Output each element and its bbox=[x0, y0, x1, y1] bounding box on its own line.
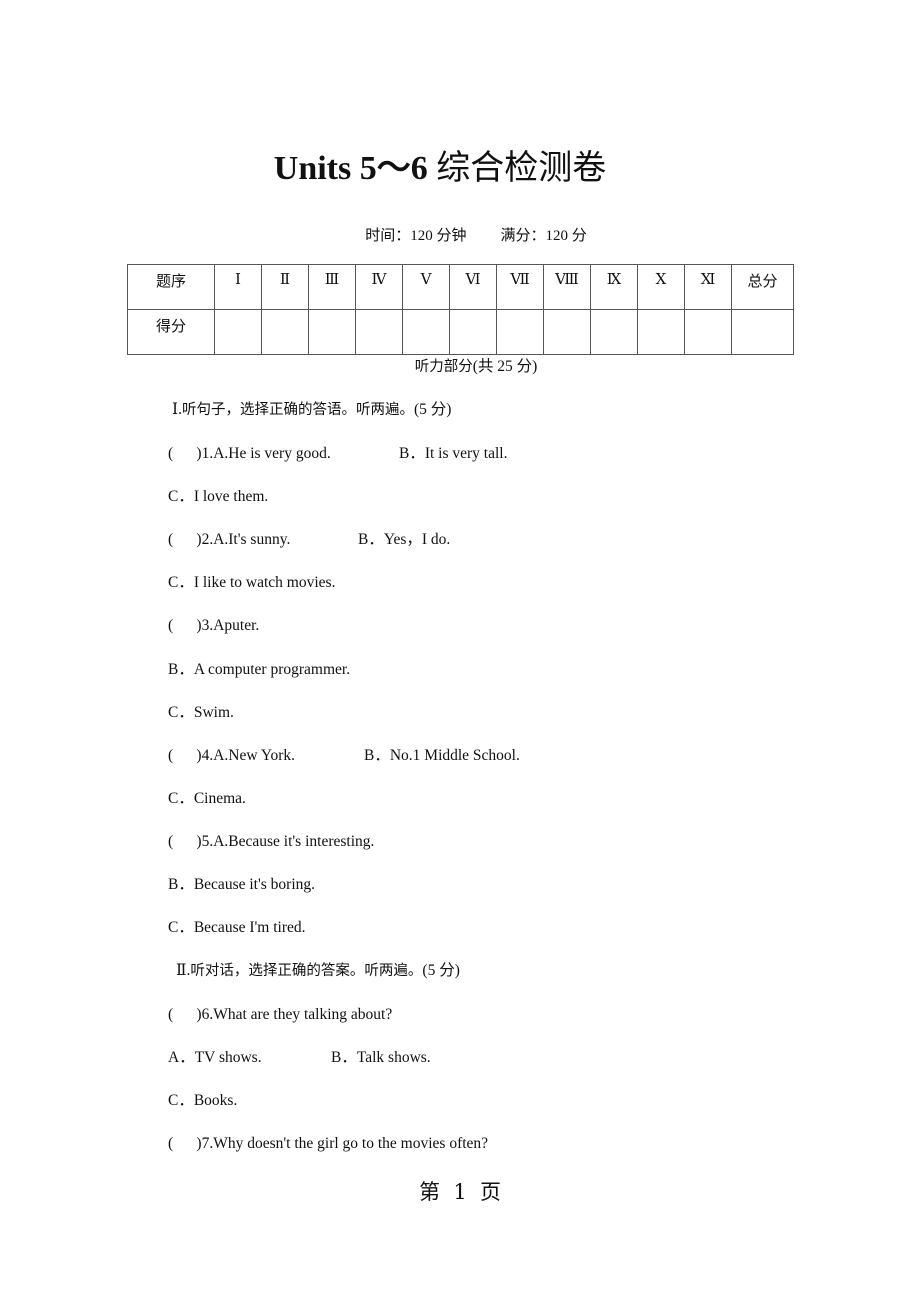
score-cell[interactable] bbox=[308, 309, 356, 355]
question-5-option-b: B．Because it's boring. bbox=[168, 876, 316, 893]
score-cell[interactable] bbox=[355, 309, 403, 355]
question-5: ( )5.A.Because it's interesting. bbox=[168, 833, 375, 850]
question-2-option-b: B．Yes，I do. bbox=[358, 531, 451, 548]
exam-meta: 时间：120 分钟 满分：120 分 bbox=[0, 225, 920, 247]
col-header: Ⅳ bbox=[355, 264, 403, 310]
header-total: 总分 bbox=[731, 264, 794, 310]
question-2-option-c: C．I like to watch movies. bbox=[168, 574, 336, 591]
question-1-option-b: B．It is very tall. bbox=[399, 445, 508, 462]
score-cell-total[interactable] bbox=[731, 309, 794, 355]
col-header: Ⅱ bbox=[261, 264, 309, 310]
part1-heading: Ⅰ.听句子，选择正确的答语。听两遍。(5 分) bbox=[172, 401, 452, 418]
col-header: Ⅺ bbox=[684, 264, 732, 310]
score-cell[interactable] bbox=[543, 309, 591, 355]
title-chinese: 综合检测卷 bbox=[436, 148, 607, 188]
col-header: Ⅲ bbox=[308, 264, 356, 310]
question-5-option-c: C．Because I'm tired. bbox=[168, 919, 306, 936]
page-title: Units 5～6 综合检测卷 bbox=[0, 146, 880, 191]
col-header: Ⅴ bbox=[402, 264, 450, 310]
col-header: Ⅵ bbox=[449, 264, 497, 310]
question-3: ( )3.Aputer. bbox=[168, 617, 260, 634]
col-header: Ⅸ bbox=[590, 264, 638, 310]
question-4-option-b: B．No.1 Middle School. bbox=[364, 747, 520, 764]
col-header: Ⅰ bbox=[214, 264, 262, 310]
score-cell[interactable] bbox=[402, 309, 450, 355]
score-table: 题序 Ⅰ Ⅱ Ⅲ Ⅳ Ⅴ Ⅵ Ⅶ Ⅷ Ⅸ Ⅹ Ⅺ 总分 得分 bbox=[127, 264, 794, 355]
question-3-option-c: C．Swim. bbox=[168, 704, 234, 721]
question-1: ( )1.A.He is very good. bbox=[168, 445, 331, 462]
header-question-order: 题序 bbox=[127, 264, 215, 310]
question-2: ( )2.A.It's sunny. bbox=[168, 531, 291, 548]
question-4-option-c: C．Cinema. bbox=[168, 790, 246, 807]
title-english: Units 5～6 bbox=[273, 150, 437, 187]
score-cell[interactable] bbox=[637, 309, 685, 355]
col-header: Ⅶ bbox=[496, 264, 544, 310]
question-4: ( )4.A.New York. bbox=[168, 747, 296, 764]
question-7: ( )7.Why doesn't the girl go to the movi… bbox=[168, 1135, 489, 1152]
question-6: ( )6.What are they talking about? bbox=[168, 1006, 393, 1023]
full-score: 满分：120 分 bbox=[500, 228, 587, 244]
table-row-question-numbers: 题序 Ⅰ Ⅱ Ⅲ Ⅳ Ⅴ Ⅵ Ⅶ Ⅷ Ⅸ Ⅹ Ⅺ 总分 bbox=[127, 264, 794, 310]
question-1-option-c: C．I love them. bbox=[168, 488, 269, 505]
listening-section-heading: 听力部分(共 25 分) bbox=[414, 358, 538, 375]
question-6-option-c: C．Books. bbox=[168, 1092, 238, 1109]
question-6-option-b: B．Talk shows. bbox=[331, 1049, 431, 1066]
score-cell[interactable] bbox=[684, 309, 732, 355]
col-header: Ⅹ bbox=[637, 264, 685, 310]
score-cell[interactable] bbox=[261, 309, 309, 355]
page-number: 第 1 页 bbox=[418, 1180, 502, 1204]
score-cell[interactable] bbox=[449, 309, 497, 355]
score-cell[interactable] bbox=[496, 309, 544, 355]
question-6-option-a: A．TV shows. bbox=[168, 1049, 262, 1066]
time-limit: 时间：120 分钟 bbox=[365, 228, 467, 244]
col-header: Ⅷ bbox=[543, 264, 591, 310]
question-3-option-b: B．A computer programmer. bbox=[168, 661, 351, 678]
score-cell[interactable] bbox=[590, 309, 638, 355]
table-row-scores: 得分 bbox=[127, 309, 794, 355]
score-cell[interactable] bbox=[214, 309, 262, 355]
part2-heading: Ⅱ.听对话，选择正确的答案。听两遍。(5 分) bbox=[176, 962, 460, 979]
header-score: 得分 bbox=[127, 309, 215, 355]
